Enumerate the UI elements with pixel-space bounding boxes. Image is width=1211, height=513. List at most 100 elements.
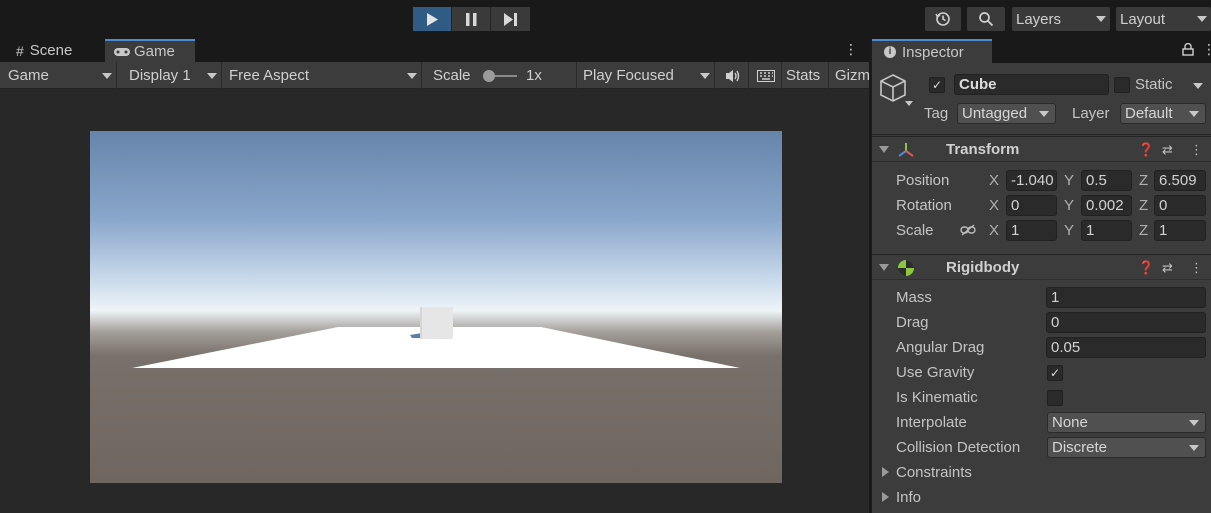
scale-label: Scale [896, 222, 934, 239]
position-z-value: 6.509 [1159, 172, 1197, 189]
static-label: Static [1135, 76, 1173, 93]
pause-icon [465, 12, 476, 26]
scale-z-field[interactable]: 1 [1154, 220, 1206, 241]
scene-render [132, 307, 740, 368]
position-label: Position [896, 172, 950, 189]
interpolate-label: Interpolate [896, 414, 967, 431]
foldout-arrow-icon[interactable] [879, 264, 889, 271]
play-button[interactable] [413, 7, 452, 31]
layer-dropdown[interactable]: Default [1120, 103, 1206, 124]
game-toolbar: Game Display 1 Free Aspect Scale 1x Play… [0, 62, 870, 89]
collision-detection-label: Collision Detection [896, 439, 1021, 456]
rotation-z-field[interactable]: 0 [1154, 195, 1206, 216]
scale-value: 1x [526, 67, 542, 84]
mass-label: Mass [896, 289, 932, 306]
layout-label: Layout [1120, 10, 1166, 28]
layers-label: Layers [1016, 10, 1062, 28]
keyboard-shortcuts-button[interactable] [750, 62, 782, 89]
history-icon [935, 12, 950, 26]
position-z-field[interactable]: 6.509 [1154, 170, 1206, 191]
constraints-foldout[interactable]: Constraints [880, 462, 1200, 484]
position-y-field[interactable]: 0.5 [1081, 170, 1132, 191]
chevron-down-icon [1039, 111, 1049, 117]
is-kinematic-label: Is Kinematic [896, 389, 978, 406]
layers-dropdown[interactable]: Layers [1012, 7, 1110, 31]
more-options-icon[interactable]: ⋮ [844, 41, 858, 58]
transform-header[interactable]: Transform ❓ ⇄ ⋮ [872, 136, 1211, 162]
history-button[interactable] [925, 7, 961, 31]
aspect-dropdown[interactable]: Free Aspect [225, 62, 422, 89]
scale-x-field[interactable]: 1 [1006, 220, 1057, 241]
help-icon[interactable]: ❓ [1138, 142, 1154, 158]
rotation-y-field[interactable]: 0.002 [1081, 195, 1132, 216]
axis-z-label: Z [1139, 222, 1149, 239]
scale-y-field[interactable]: 1 [1081, 220, 1132, 241]
scale-label: Scale [433, 67, 471, 84]
foldout-arrow-icon[interactable] [879, 146, 889, 153]
is-kinematic-checkbox[interactable] [1047, 390, 1063, 406]
use-gravity-label: Use Gravity [896, 364, 975, 381]
use-gravity-checkbox[interactable]: ✓ [1047, 365, 1063, 381]
info-foldout[interactable]: Info [880, 487, 1200, 509]
collision-detection-dropdown[interactable]: Discrete [1047, 437, 1206, 458]
rotation-y-value: 0.002 [1086, 197, 1124, 214]
tab-inspector[interactable]: i Inspector [872, 39, 992, 63]
scale-z-value: 1 [1159, 222, 1168, 239]
play-mode-dropdown[interactable]: Play Focused [579, 62, 715, 89]
foldout-arrow-icon [882, 467, 889, 477]
tab-scene[interactable]: # Scene [8, 39, 103, 62]
link-icon[interactable] [960, 224, 976, 236]
scale-y-value: 1 [1086, 222, 1095, 239]
scale-slider-thumb[interactable] [483, 70, 495, 82]
rotation-x-field[interactable]: 0 [1006, 195, 1057, 216]
pause-button[interactable] [452, 7, 491, 31]
axis-y-label: Y [1064, 197, 1075, 214]
display-dropdown[interactable]: Display 1 [125, 62, 222, 89]
interpolate-dropdown[interactable]: None [1047, 412, 1206, 433]
axis-y-label: Y [1064, 222, 1075, 239]
more-options-icon[interactable]: ⋮ [1190, 260, 1203, 276]
lock-icon[interactable] [1182, 43, 1194, 56]
game-viewport[interactable] [90, 131, 782, 483]
object-name-field[interactable]: Cube [954, 74, 1109, 95]
layer-value: Default [1125, 105, 1173, 122]
inspector-tabbar: i Inspector ⋮ [872, 38, 1211, 63]
active-checkbox[interactable]: ✓ [929, 77, 945, 93]
game-panel: # Scene Game ⋮ Game Display 1 Free Aspec… [0, 38, 870, 513]
mute-audio-button[interactable] [717, 62, 749, 89]
static-dropdown-arrow[interactable] [1193, 83, 1203, 89]
presets-icon[interactable]: ⇄ [1162, 142, 1173, 158]
rotation-label: Rotation [896, 197, 952, 214]
tab-game[interactable]: Game [105, 39, 195, 62]
game-mode-dropdown[interactable]: Game [4, 62, 117, 89]
tag-dropdown[interactable]: Untagged [957, 103, 1056, 124]
chevron-down-icon[interactable] [905, 101, 913, 106]
chevron-down-icon [207, 73, 217, 79]
rigidbody-header[interactable]: Rigidbody ❓ ⇄ ⋮ [872, 254, 1211, 280]
search-button[interactable] [967, 7, 1005, 31]
tag-label: Tag [924, 105, 949, 122]
stats-button[interactable]: Stats [782, 62, 829, 89]
chevron-down-icon [1189, 445, 1199, 451]
help-icon[interactable]: ❓ [1138, 260, 1154, 276]
position-x-field[interactable]: -1.040 [1006, 170, 1057, 191]
angular-drag-label: Angular Drag [896, 339, 985, 356]
step-button[interactable] [491, 7, 530, 31]
layout-dropdown[interactable]: Layout [1116, 7, 1211, 31]
rotation-x-value: 0 [1011, 197, 1020, 214]
game-mode-label: Game [8, 67, 49, 84]
layer-label: Layer [1072, 105, 1110, 122]
mass-field[interactable]: 1 [1046, 287, 1206, 308]
drag-field[interactable]: 0 [1046, 312, 1206, 333]
more-options-icon[interactable]: ⋮ [1202, 41, 1211, 58]
scale-slider[interactable] [483, 70, 517, 82]
static-checkbox[interactable] [1114, 77, 1130, 93]
axis-z-label: Z [1139, 172, 1149, 189]
gamepad-icon [114, 47, 130, 56]
more-options-icon[interactable]: ⋮ [1190, 142, 1203, 158]
inspector-panel: i Inspector ⋮ ✓ Cube Static Tag Untagged… [871, 38, 1211, 513]
search-icon [979, 12, 994, 27]
angular-drag-field[interactable]: 0.05 [1046, 337, 1206, 358]
gizmos-button[interactable]: Gizm [831, 62, 870, 89]
presets-icon[interactable]: ⇄ [1162, 260, 1173, 276]
